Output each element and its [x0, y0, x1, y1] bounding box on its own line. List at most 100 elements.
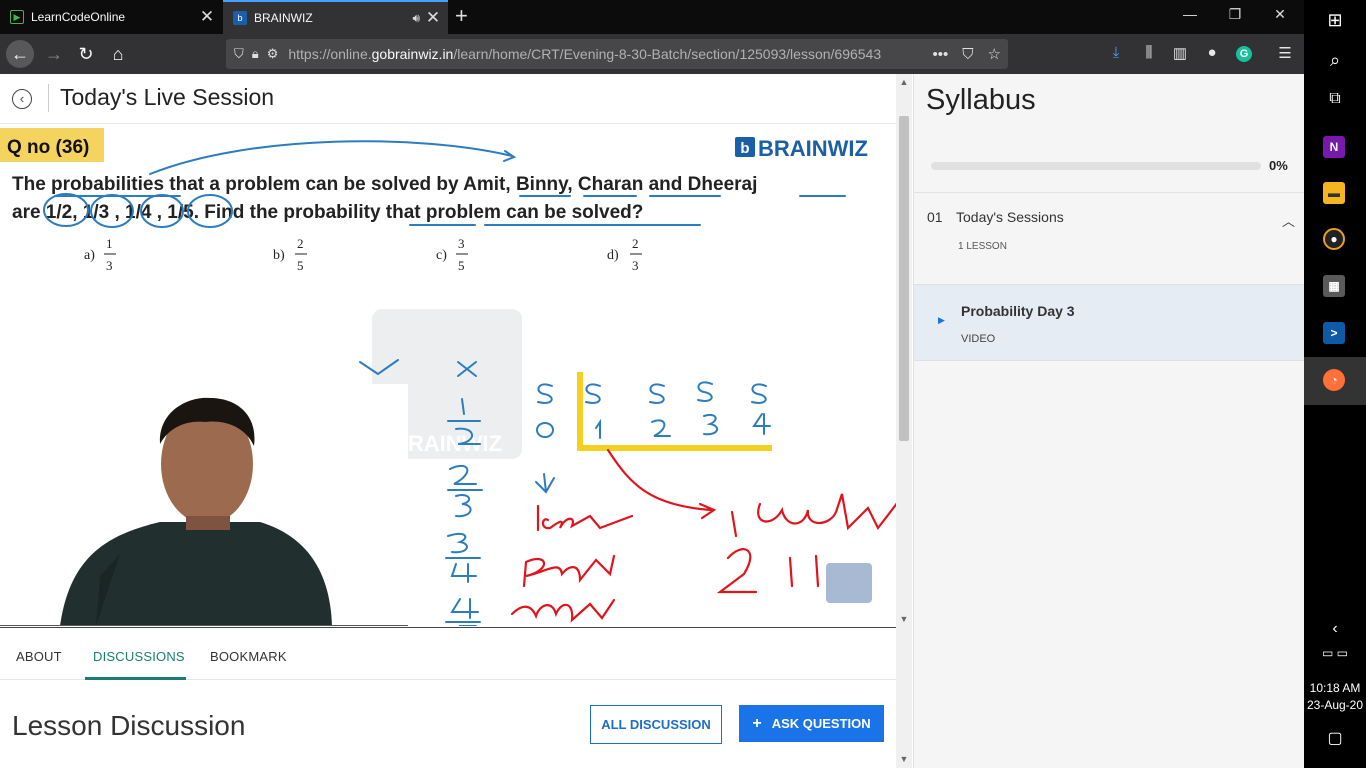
- download-icon[interactable]: ⤓: [1105, 44, 1127, 61]
- restore-icon[interactable]: ❐: [1215, 6, 1255, 23]
- clock[interactable]: 10:18 AM 23-Aug-20: [1304, 680, 1366, 714]
- notification-icon[interactable]: ▢: [1304, 728, 1366, 748]
- url-domain: gobrainwiz.in: [371, 46, 454, 62]
- calculator-icon[interactable]: ▦: [1323, 275, 1345, 297]
- back-icon[interactable]: ←: [6, 40, 34, 68]
- home-icon[interactable]: ⌂: [104, 40, 132, 68]
- close-tab-icon[interactable]: ✕: [422, 8, 444, 28]
- question-label: Q no (36): [7, 137, 89, 158]
- page: ‹ Today's Live Session BRAINWIZ Q no (36…: [0, 74, 1305, 768]
- scrollbar-thumb[interactable]: [899, 116, 909, 441]
- chevron-up-icon[interactable]: ︿: [1282, 211, 1295, 230]
- all-discussion-button[interactable]: ALL DISCUSSION: [590, 705, 722, 744]
- chevron-left-icon[interactable]: ‹: [1304, 620, 1366, 638]
- brand-name: BRAINWIZ: [758, 136, 868, 161]
- option-c-num: 3: [458, 236, 465, 251]
- svg-text:b: b: [740, 140, 749, 157]
- answer-options: a) 1 3 b) 2 5 c) 3 5 d) 2 3: [84, 236, 642, 273]
- tab-learncodeonline[interactable]: ▶ LearnCodeOnline ✕: [0, 0, 222, 34]
- tab-discussions[interactable]: DISCUSSIONS: [93, 649, 185, 664]
- screen: ▶ LearnCodeOnline ✕ b BRAINWIZ 🔊︎ ✕ + — …: [0, 0, 1366, 768]
- option-d-den: 3: [632, 258, 639, 273]
- lock-icon[interactable]: 🔒︎: [252, 46, 259, 62]
- lesson-type: VIDEO: [961, 333, 996, 345]
- option-a-den: 3: [106, 258, 113, 273]
- option-c-den: 5: [458, 258, 465, 273]
- url-path: /learn/home/CRT/Evening-8-30-Batch/secti…: [453, 46, 882, 62]
- media-player-icon[interactable]: ●: [1323, 228, 1345, 250]
- url-bar[interactable]: ⛉ 🔒︎ ⚙ https://online.gobrainwiz.in/lear…: [226, 39, 1008, 69]
- section-number: 01: [927, 209, 943, 225]
- firefox-icon[interactable]: ◔: [1323, 369, 1345, 391]
- lesson-item[interactable]: ▶ Probability Day 3 VIDEO: [914, 284, 1305, 361]
- close-tab-icon[interactable]: ✕: [196, 7, 218, 27]
- scroll-down-icon[interactable]: ▼: [896, 754, 912, 764]
- lesson-discussion-title: Lesson Discussion: [12, 710, 246, 741]
- permissions-icon[interactable]: ⚙: [267, 46, 279, 62]
- reload-icon[interactable]: ↻: [72, 40, 100, 68]
- active-tab-indicator: [85, 677, 186, 680]
- close-window-icon[interactable]: ✕: [1260, 6, 1300, 23]
- syllabus-sidebar: Syllabus 0% 01 Today's Sessions 1 LESSON…: [913, 74, 1305, 768]
- file-explorer-icon[interactable]: ▬: [1323, 182, 1345, 204]
- shield-icon[interactable]: ⛉: [234, 46, 244, 62]
- scroll-up-icon[interactable]: ▲: [896, 77, 912, 87]
- pocket-icon[interactable]: ⛉: [962, 46, 973, 63]
- main-content: ‹ Today's Live Session BRAINWIZ Q no (36…: [0, 74, 912, 768]
- tab-brainwiz[interactable]: b BRAINWIZ 🔊︎ ✕: [223, 0, 448, 34]
- new-tab-button[interactable]: +: [455, 4, 468, 28]
- play-icon: ▶: [938, 315, 945, 325]
- option-a-num: 1: [106, 236, 113, 251]
- option-b-den: 5: [297, 258, 304, 273]
- ask-question-button[interactable]: + ASK QUESTION: [739, 705, 884, 742]
- option-b-label: b): [273, 248, 285, 263]
- option-d-num: 2: [632, 236, 639, 251]
- option-c-label: c): [436, 248, 447, 263]
- plus-icon: +: [752, 714, 762, 732]
- browser-nav-bar: ← → ↻ ⌂ ⛉ 🔒︎ ⚙ https://online.gobrainwiz…: [0, 34, 1304, 74]
- network-icon[interactable]: ▭ ▭: [1304, 646, 1366, 660]
- scroll-down-icon[interactable]: ▼: [896, 614, 912, 624]
- option-a-label: a): [84, 248, 95, 263]
- url-prefix: https://online.: [288, 46, 372, 62]
- tab-title: BRAINWIZ: [254, 11, 313, 25]
- sidebar-icon[interactable]: ▥: [1169, 44, 1191, 62]
- back-button[interactable]: ‹: [12, 89, 32, 109]
- clock-time: 10:18 AM: [1309, 681, 1361, 695]
- tab-title: LearnCodeOnline: [31, 10, 126, 24]
- clock-date: 23-Aug-20: [1306, 698, 1364, 712]
- lesson-header: ‹ Today's Live Session: [0, 74, 896, 124]
- forward-icon[interactable]: →: [40, 40, 68, 68]
- onenote-icon[interactable]: N: [1323, 136, 1345, 158]
- main-scrollbar[interactable]: ▲ ▼ ▼: [896, 74, 912, 768]
- account-icon[interactable]: ●: [1201, 44, 1223, 61]
- menu-icon[interactable]: ☰: [1274, 44, 1296, 62]
- syllabus-title: Syllabus: [926, 84, 1036, 116]
- brainwiz-icon: b: [233, 11, 247, 25]
- url-text[interactable]: https://online.gobrainwiz.in/learn/home/…: [288, 46, 925, 62]
- tab-about[interactable]: ABOUT: [16, 649, 62, 664]
- lesson-name: Probability Day 3: [961, 303, 1075, 319]
- task-view-icon[interactable]: ⧉: [1304, 90, 1366, 108]
- video-player[interactable]: BRAINWIZ Q no (36) b BRAINWIZ The probab…: [0, 124, 896, 626]
- search-icon[interactable]: ⌕: [1304, 50, 1366, 71]
- presenter-video: [0, 384, 408, 626]
- browser-tab-bar: ▶ LearnCodeOnline ✕ b BRAINWIZ 🔊︎ ✕ + — …: [0, 0, 1304, 34]
- question-line-1: The probabilities that a problem can be …: [12, 174, 757, 195]
- library-icon[interactable]: ⫼: [1138, 44, 1160, 61]
- windows-start-icon[interactable]: ⊞: [1304, 10, 1366, 31]
- powershell-icon[interactable]: >: [1323, 322, 1345, 344]
- tab-bookmark[interactable]: BOOKMARK: [210, 649, 287, 664]
- speaker-icon[interactable]: 🔊︎: [412, 11, 420, 26]
- minimize-icon[interactable]: —: [1170, 6, 1210, 22]
- progress-percent: 0%: [1269, 158, 1288, 173]
- ask-question-label: ASK QUESTION: [771, 716, 871, 731]
- page-title: Today's Live Session: [60, 84, 275, 110]
- page-actions-icon[interactable]: •••: [933, 46, 949, 63]
- grammarly-icon[interactable]: G: [1233, 44, 1255, 62]
- section-row[interactable]: 01 Today's Sessions 1 LESSON ︿: [914, 192, 1305, 284]
- bookmark-star-icon[interactable]: ☆: [988, 45, 1001, 63]
- question-line-2: are 1/2, 1/3 , 1/4 , 1/5. Find the proba…: [12, 202, 643, 223]
- windows-taskbar: ⊞ ⌕ ⧉ N ▬ ● ▦ > ◔ ‹ ▭ ▭ 10:18 AM 23-Aug-2…: [1304, 0, 1366, 768]
- yellow-highlight: [577, 372, 772, 451]
